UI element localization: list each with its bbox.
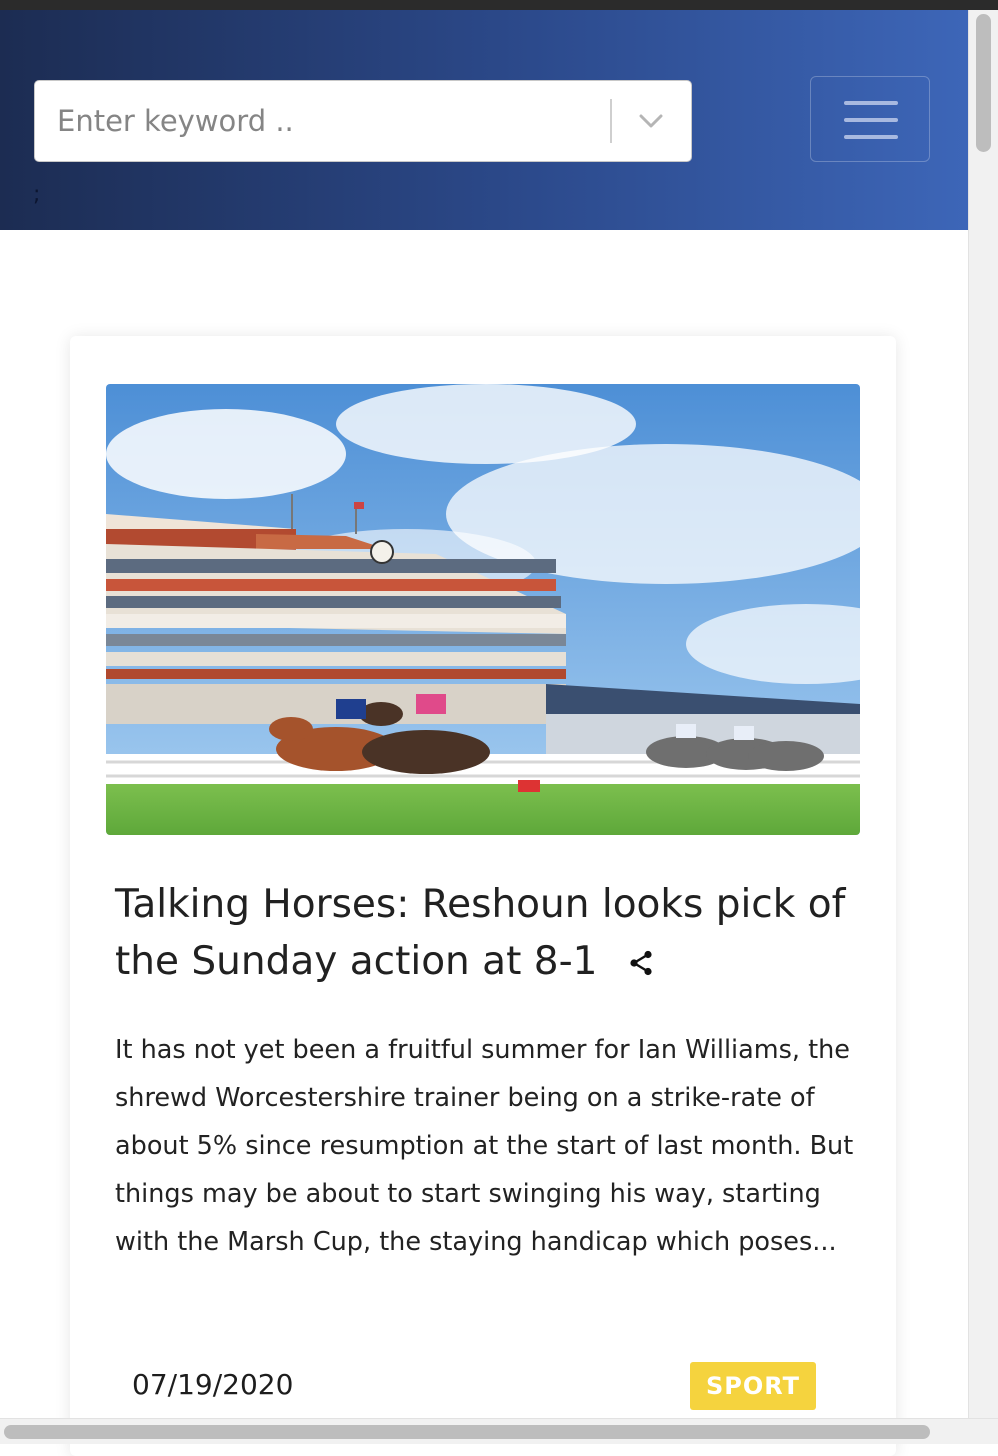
article-title[interactable]: Talking Horses: Reshoun looks pick of th… xyxy=(115,876,865,992)
article-date: 07/19/2020 xyxy=(132,1368,294,1401)
browser-top-strip xyxy=(0,0,998,10)
hamburger-icon xyxy=(844,101,898,139)
search-input[interactable] xyxy=(35,81,605,161)
menu-toggle-button[interactable] xyxy=(810,76,930,162)
vertical-scrollbar-thumb[interactable] xyxy=(976,14,991,152)
article-excerpt: It has not yet been a fruitful summer fo… xyxy=(115,1035,854,1257)
search-box[interactable] xyxy=(34,80,692,162)
stray-text: ; xyxy=(33,182,41,207)
category-badge[interactable]: SPORT xyxy=(690,1362,816,1410)
article-image[interactable] xyxy=(106,384,860,835)
vertical-scrollbar[interactable] xyxy=(968,10,998,1418)
chevron-down-icon[interactable] xyxy=(625,95,677,147)
horizontal-scrollbar-thumb[interactable] xyxy=(4,1425,930,1439)
share-icon[interactable] xyxy=(629,935,653,992)
article-card[interactable]: Talking Horses: Reshoun looks pick of th… xyxy=(70,336,896,1456)
search-divider xyxy=(610,99,612,143)
site-header: ; xyxy=(0,10,968,230)
horizontal-scrollbar[interactable] xyxy=(0,1418,998,1444)
article-title-text[interactable]: Talking Horses: Reshoun looks pick of th… xyxy=(115,882,845,984)
